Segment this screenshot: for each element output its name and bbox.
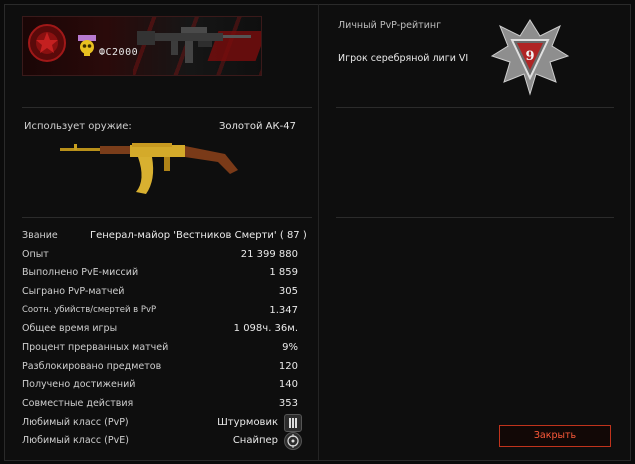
stat-value: 9% — [282, 342, 298, 353]
player-banner: ФС2000 — [22, 16, 262, 76]
stat-label: Любимый класс (PvE) — [22, 435, 129, 446]
stat-value: 353 — [278, 398, 298, 409]
stat-value: Генерал-майор 'Вестников Смерти' ( 87 ) — [90, 230, 307, 241]
stat-value: 120 — [278, 361, 298, 372]
golden-ak47-icon — [60, 143, 238, 194]
stat-row-abandoned: Процент прерванных матчей 9% — [22, 342, 312, 358]
stat-value: 1 098ч. 36м. — [233, 323, 298, 334]
stat-label: Соотн. убийств/смертей в PvP — [22, 305, 157, 315]
stat-value: 1 859 — [269, 267, 298, 278]
close-button[interactable]: Закрыть — [499, 425, 611, 447]
stat-label: Совместные действия — [22, 398, 134, 409]
stat-row-achievements: Получено достижений 140 — [22, 379, 312, 395]
stat-row-coop-actions: Совместные действия 353 — [22, 398, 312, 414]
stat-label: Сыграно PvP-матчей — [22, 286, 125, 297]
stat-value: 140 — [278, 379, 298, 390]
banner-divider — [22, 107, 312, 108]
stat-label: Процент прерванных матчей — [22, 342, 169, 353]
stat-label: Опыт — [22, 249, 49, 260]
sniper-class-icon — [284, 432, 302, 450]
rifle-icon — [137, 27, 251, 63]
badge-number: 9 — [525, 49, 534, 64]
stat-row-fav-class-pve: Любимый класс (PvE) Снайпер — [22, 432, 312, 451]
stat-value: 1.347 — [269, 305, 298, 316]
stat-row-fav-class-pvp: Любимый класс (PvP) Штурмовик — [22, 414, 312, 433]
clan-emblem-icon — [28, 24, 66, 62]
pvp-rating-title: Личный PvP-рейтинг — [338, 20, 442, 31]
stat-row-play-time: Общее время игры 1 098ч. 36м. — [22, 323, 312, 339]
silver-league-badge-icon: 9 — [490, 19, 570, 96]
stat-row-pve-missions: Выполнено PvE-миссий 1 859 — [22, 267, 312, 283]
skull-icon — [78, 35, 96, 56]
stat-label: Общее время игры — [22, 323, 118, 334]
stat-row-experience: Опыт 21 399 880 — [22, 249, 312, 265]
assault-class-icon — [284, 414, 302, 432]
stat-value: 21 399 880 — [240, 249, 298, 260]
stat-row-unlocked-items: Разблокировано предметов 120 — [22, 361, 312, 377]
stat-row-rank: Звание Генерал-майор 'Вестников Смерти' … — [22, 230, 312, 246]
weapon-label: Использует оружие: — [24, 121, 132, 132]
stat-label: Получено достижений — [22, 379, 136, 390]
stat-label: Выполнено PvE-миссий — [22, 267, 139, 278]
stat-label: Звание — [22, 230, 58, 241]
weapon-name: Золотой АК-47 — [219, 121, 296, 132]
stat-value: 305 — [278, 286, 298, 297]
stat-value: Снайпер — [232, 435, 278, 446]
column-divider — [318, 4, 319, 460]
stat-value: Штурмовик — [217, 417, 278, 428]
weapon-divider — [22, 217, 312, 218]
stat-row-kd-ratio: Соотн. убийств/смертей в PvP 1.347 — [22, 305, 312, 321]
stat-label: Разблокировано предметов — [22, 361, 162, 372]
stat-label: Любимый класс (PvP) — [22, 417, 129, 428]
stat-row-pvp-matches: Сыграно PvP-матчей 305 — [22, 286, 312, 302]
pvp-league-name: Игрок серебряной лиги VI — [338, 53, 469, 64]
rating-divider — [336, 107, 614, 108]
rating-divider-2 — [336, 217, 614, 218]
